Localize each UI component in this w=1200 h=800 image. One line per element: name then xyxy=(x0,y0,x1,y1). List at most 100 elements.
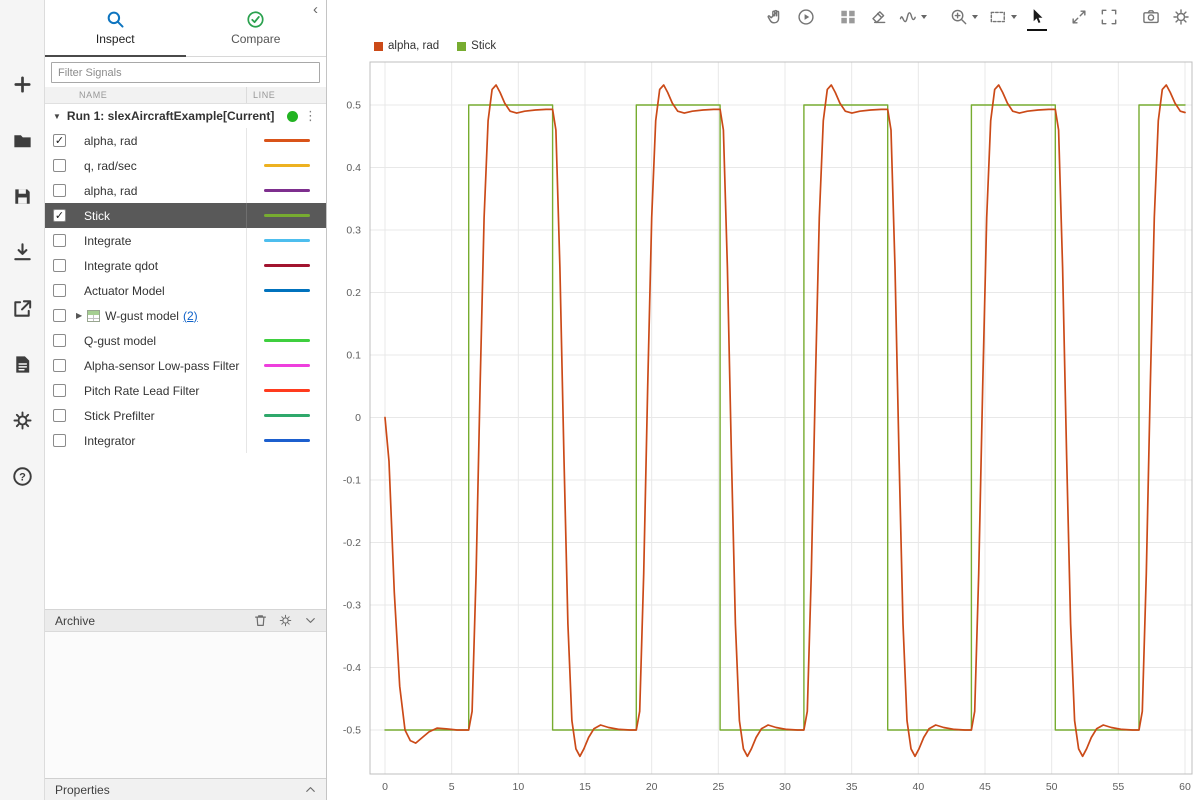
run-menu-button[interactable]: ⋮ xyxy=(304,108,317,124)
line-style-cell[interactable] xyxy=(246,228,326,253)
line-style-cell[interactable] xyxy=(246,403,326,428)
signal-row[interactable]: Alpha-sensor Low-pass Filter xyxy=(45,353,326,378)
signal-checkbox[interactable]: ✓ xyxy=(53,134,66,147)
y-tick-label: -0.3 xyxy=(343,600,361,612)
trash-icon[interactable] xyxy=(253,613,268,628)
line-style-cell[interactable] xyxy=(246,153,326,178)
signal-row[interactable]: alpha, rad xyxy=(45,178,326,203)
compare-check-icon xyxy=(247,11,264,28)
zoom-region-button[interactable] xyxy=(983,3,1022,31)
signal-name: Alpha-sensor Low-pass Filter xyxy=(84,358,240,373)
signal-name: Stick Prefilter xyxy=(84,408,155,423)
chevron-down-icon[interactable] xyxy=(303,613,318,628)
signal-checkbox[interactable] xyxy=(53,359,66,372)
x-tick-label: 45 xyxy=(979,781,991,793)
matrix-icon xyxy=(87,309,101,322)
plot-toolbar xyxy=(761,0,1196,34)
signal-checkbox[interactable] xyxy=(53,284,66,297)
download-icon xyxy=(13,242,31,260)
save-button[interactable] xyxy=(0,168,45,224)
properties-header[interactable]: Properties xyxy=(45,778,326,800)
signal-name: alpha, rad xyxy=(84,183,138,198)
line-style-cell[interactable] xyxy=(246,203,326,228)
signal-row[interactable]: Pitch Rate Lead Filter xyxy=(45,378,326,403)
x-tick-label: 15 xyxy=(579,781,591,793)
signal-row[interactable]: Integrate qdot xyxy=(45,253,326,278)
chevron-up-icon[interactable] xyxy=(303,782,318,797)
signal-row[interactable]: ✓ alpha, rad xyxy=(45,128,326,153)
signal-checkbox[interactable] xyxy=(53,159,66,172)
filter-signals-input[interactable] xyxy=(51,62,320,83)
signal-row[interactable]: ▶ W-gust model (2) xyxy=(45,303,326,328)
signal-row[interactable]: ✓ Stick xyxy=(45,203,326,228)
collapse-sidebar-button[interactable]: ‹ xyxy=(313,2,318,17)
magnifier-icon xyxy=(107,11,124,28)
line-style-cell[interactable] xyxy=(246,253,326,278)
signal-checkbox[interactable] xyxy=(53,309,66,322)
signal-checkbox[interactable] xyxy=(53,434,66,447)
line-swatch xyxy=(263,364,310,367)
import-button[interactable] xyxy=(0,224,45,280)
signal-checkbox[interactable] xyxy=(53,334,66,347)
x-tick-label: 5 xyxy=(449,781,455,793)
snapshot-button[interactable] xyxy=(1136,3,1166,31)
app-toolstrip: ? xyxy=(0,0,45,800)
zoom-in-button[interactable] xyxy=(944,3,983,31)
signal-name: Actuator Model xyxy=(84,283,165,298)
report-button[interactable] xyxy=(0,336,45,392)
share-icon xyxy=(13,299,31,317)
y-tick-label: -0.2 xyxy=(343,537,361,549)
tab-inspect[interactable]: Inspect xyxy=(45,0,186,57)
line-style-cell[interactable] xyxy=(246,353,326,378)
open-button[interactable] xyxy=(0,112,45,168)
line-style-cell[interactable] xyxy=(246,128,326,153)
run-row[interactable]: ▼ Run 1: slexAircraftExample[Current] ⋮ xyxy=(45,104,326,128)
hand-icon xyxy=(767,9,780,24)
signal-row[interactable]: Stick Prefilter xyxy=(45,403,326,428)
plot-canvas[interactable]: 0 5 10 15 20 25 30 35 40 45 50 55 60 0.5 0.4 0.3 0.2 0.1 0… xyxy=(327,0,1200,800)
line-style-cell[interactable] xyxy=(246,303,326,328)
signal-row[interactable]: q, rad/sec xyxy=(45,153,326,178)
signal-checkbox[interactable] xyxy=(53,184,66,197)
tab-compare[interactable]: Compare xyxy=(186,0,327,56)
signal-checkbox[interactable] xyxy=(53,384,66,397)
replay-button[interactable] xyxy=(791,3,821,31)
signal-checkbox[interactable] xyxy=(53,234,66,247)
archive-settings-gear-icon[interactable] xyxy=(278,613,293,628)
clear-plots-button[interactable] xyxy=(863,3,893,31)
export-button[interactable] xyxy=(0,280,45,336)
preferences-button[interactable] xyxy=(0,392,45,448)
fullscreen-button[interactable] xyxy=(1094,3,1124,31)
signal-row[interactable]: Q-gust model xyxy=(45,328,326,353)
run-status-dot xyxy=(287,111,298,122)
line-style-cell[interactable] xyxy=(246,328,326,353)
plot-settings-button[interactable] xyxy=(1166,3,1196,31)
signal-checkbox[interactable] xyxy=(53,409,66,422)
run-expander[interactable]: ▼ xyxy=(53,112,61,121)
y-tick-label: 0.3 xyxy=(346,225,361,237)
pan-button[interactable] xyxy=(761,3,791,31)
legend-item[interactable]: Stick xyxy=(457,40,496,52)
line-style-cell[interactable] xyxy=(246,178,326,203)
signal-checkbox[interactable] xyxy=(53,259,66,272)
line-style-cell[interactable] xyxy=(246,428,326,453)
x-tick-label: 20 xyxy=(646,781,658,793)
expand-icon[interactable]: ▶ xyxy=(76,311,82,320)
add-button[interactable] xyxy=(0,56,45,112)
signal-count-link[interactable]: (2) xyxy=(183,309,198,323)
help-button[interactable]: ? xyxy=(0,448,45,504)
line-style-cell[interactable] xyxy=(246,278,326,303)
signal-row[interactable]: Actuator Model xyxy=(45,278,326,303)
signal-row[interactable]: Integrate xyxy=(45,228,326,253)
signal-display-button[interactable] xyxy=(893,3,932,31)
line-style-cell[interactable] xyxy=(246,378,326,403)
layout-button[interactable] xyxy=(833,3,863,31)
signal-checkbox[interactable]: ✓ xyxy=(53,209,66,222)
legend-item[interactable]: alpha, rad xyxy=(374,40,439,52)
legend-swatch xyxy=(457,41,467,51)
archive-header[interactable]: Archive xyxy=(45,609,326,632)
x-tick-label: 0 xyxy=(382,781,388,793)
signal-row[interactable]: Integrator xyxy=(45,428,326,453)
fit-to-view-button[interactable] xyxy=(1064,3,1094,31)
pointer-button[interactable] xyxy=(1022,3,1052,31)
